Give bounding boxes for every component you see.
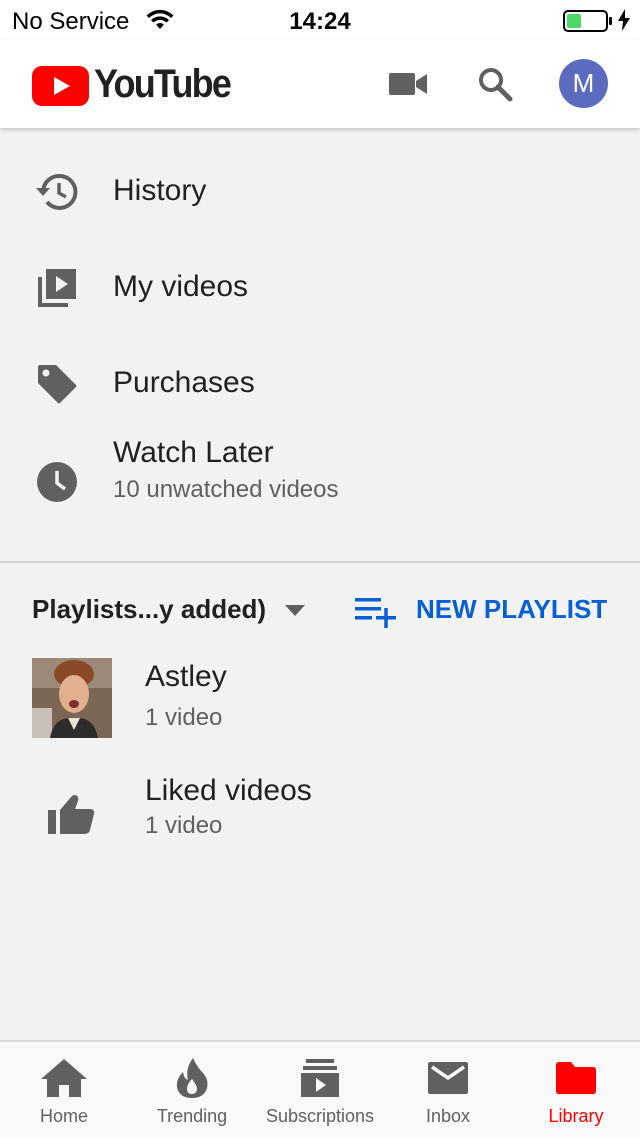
add-playlist-icon bbox=[355, 598, 396, 628]
video-camera-icon bbox=[389, 73, 427, 95]
battery-icon bbox=[563, 10, 613, 37]
menu-item-history[interactable]: History bbox=[0, 144, 640, 240]
playlist-thumbnail bbox=[32, 658, 112, 738]
playlist-video-count: 1 video bbox=[145, 704, 223, 731]
playlist-sort-dropdown[interactable]: Playlists...y added) bbox=[32, 594, 266, 625]
nav-home[interactable]: Home bbox=[0, 1042, 128, 1138]
status-bar: No Service 14:24 bbox=[0, 0, 640, 40]
menu-item-purchases[interactable]: Purchases bbox=[0, 336, 640, 432]
my-videos-icon bbox=[33, 264, 81, 312]
menu-item-my-videos[interactable]: My videos bbox=[0, 240, 640, 336]
search-button[interactable] bbox=[469, 58, 521, 110]
nav-trending[interactable]: Trending bbox=[128, 1042, 256, 1138]
section-divider bbox=[0, 561, 640, 563]
playlist-item-liked-videos[interactable]: Liked videos 1 video bbox=[0, 772, 640, 872]
history-icon bbox=[33, 168, 81, 216]
playlist-title: Liked videos bbox=[145, 774, 312, 807]
menu-item-watch-later[interactable]: Watch Later 10 unwatched videos bbox=[0, 432, 640, 528]
tag-icon bbox=[33, 360, 81, 408]
mail-icon bbox=[384, 1056, 512, 1100]
nav-subscriptions[interactable]: Subscriptions bbox=[256, 1042, 384, 1138]
subscriptions-icon bbox=[256, 1056, 384, 1100]
nav-library[interactable]: Library bbox=[512, 1042, 640, 1138]
account-avatar[interactable]: M bbox=[559, 59, 608, 108]
menu-item-label: Watch Later bbox=[113, 436, 274, 469]
upload-video-button[interactable] bbox=[382, 58, 434, 110]
clock-label: 14:24 bbox=[289, 8, 351, 35]
clock-icon bbox=[33, 458, 81, 506]
nav-label: Subscriptions bbox=[265, 1106, 375, 1126]
nav-label: Home bbox=[39, 1106, 88, 1126]
new-playlist-label: NEW PLAYLIST bbox=[416, 594, 608, 624]
playlist-title: Astley bbox=[145, 660, 227, 693]
menu-item-label: History bbox=[113, 174, 207, 207]
search-icon bbox=[479, 68, 513, 102]
nav-inbox[interactable]: Inbox bbox=[384, 1042, 512, 1138]
youtube-play-logo-icon bbox=[32, 66, 89, 106]
caret-down-icon[interactable] bbox=[285, 604, 305, 622]
flame-icon bbox=[128, 1056, 256, 1100]
folder-icon bbox=[512, 1056, 640, 1100]
nav-label: Library bbox=[548, 1106, 604, 1126]
bottom-navigation: Home Trending Subscriptions Inbox Librar… bbox=[0, 1040, 640, 1138]
nav-label: Trending bbox=[156, 1106, 228, 1126]
library-menu: History My videos Purchases Watch Later … bbox=[0, 144, 640, 528]
charging-icon bbox=[618, 9, 630, 36]
playlist-item-astley[interactable]: Astley 1 video bbox=[0, 658, 640, 758]
menu-item-label: Purchases bbox=[113, 366, 255, 399]
menu-item-label: My videos bbox=[113, 270, 249, 303]
menu-item-sublabel: 10 unwatched videos bbox=[113, 476, 339, 503]
logo-wordmark: YouTube bbox=[94, 62, 232, 106]
nav-label: Inbox bbox=[425, 1106, 471, 1126]
playlist-video-count: 1 video bbox=[145, 812, 223, 839]
app-header: YouTube M bbox=[0, 40, 640, 128]
thumbs-up-icon bbox=[44, 792, 96, 841]
home-icon bbox=[0, 1056, 128, 1100]
